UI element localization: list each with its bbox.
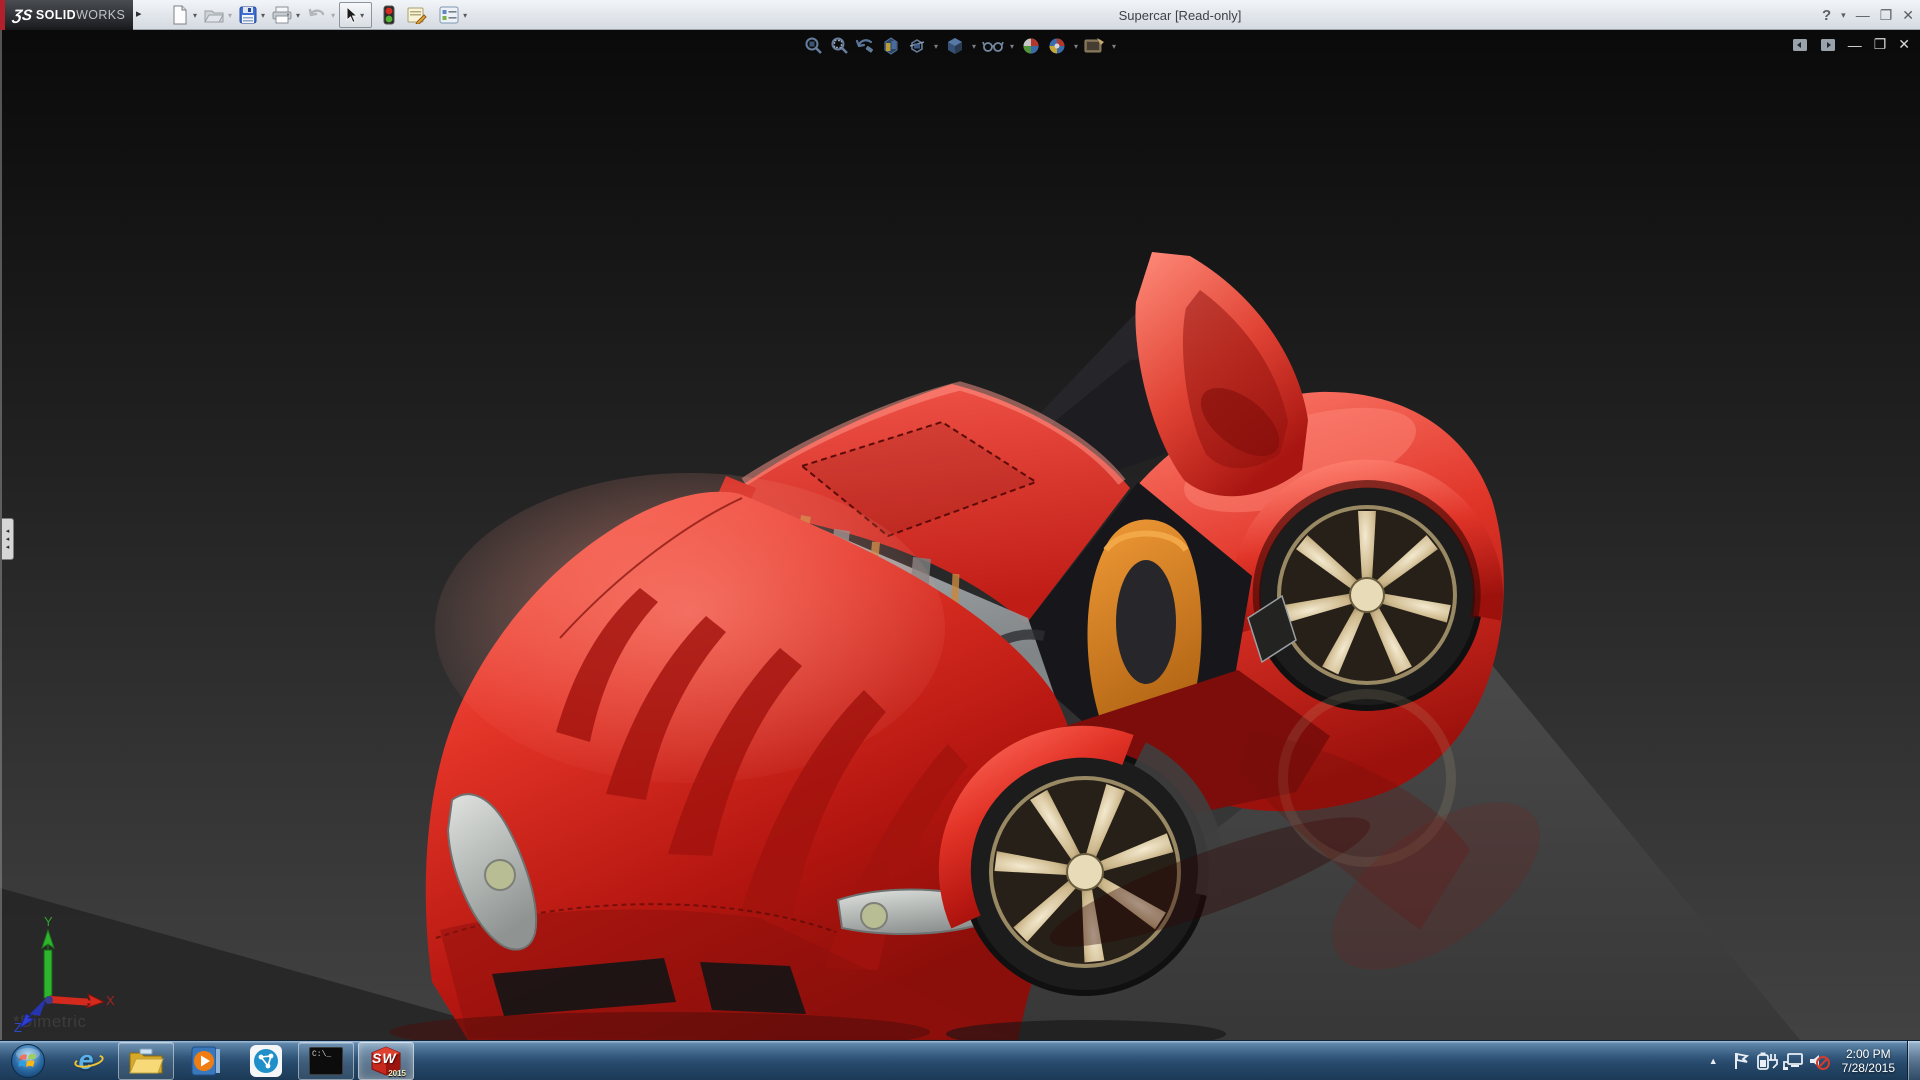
edit-appearance-icon[interactable] (1020, 36, 1042, 56)
media-player-icon (189, 1045, 223, 1077)
document-window-controls: — ❐ ✕ (1792, 36, 1910, 53)
undo-button[interactable] (304, 2, 330, 28)
reference-triad: Y X Z (6, 910, 136, 1035)
select-tool-button[interactable]: ▾ (339, 2, 372, 28)
options-button[interactable] (436, 2, 462, 28)
select-dropdown[interactable]: ▾ (359, 11, 368, 20)
app-minimize-button[interactable]: — (1856, 7, 1870, 23)
app-close-button[interactable]: ✕ (1902, 7, 1914, 24)
print-icon (272, 6, 292, 24)
network-icon[interactable] (1780, 1048, 1806, 1074)
new-document-button[interactable] (168, 2, 192, 28)
taskbar-item-solidworks-composer[interactable] (238, 1042, 294, 1080)
graphics-viewport[interactable]: ▾ ▾ ▾ ▾ ▾ — ❐ (0, 30, 1920, 1040)
section-view-icon[interactable] (880, 36, 902, 56)
heads-up-view-toolbar: ▾ ▾ ▾ ▾ ▾ (802, 36, 1118, 56)
show-desktop-button[interactable] (1907, 1041, 1920, 1080)
open-button[interactable] (201, 2, 227, 28)
select-cursor-icon (343, 6, 359, 24)
collapse-arrow: ◂ (6, 544, 10, 551)
explorer-folder-icon (128, 1046, 164, 1076)
menu-flyout-arrow[interactable]: ▸ (136, 7, 142, 20)
display-style-icon[interactable] (944, 36, 966, 56)
power-battery-icon[interactable] (1754, 1048, 1780, 1074)
windows-start-orb-icon (10, 1043, 46, 1079)
rebuild-traffic-light-icon (383, 5, 395, 25)
file-properties-icon (407, 6, 427, 24)
collapse-panel-left-icon[interactable] (1792, 38, 1808, 52)
undo-dropdown[interactable]: ▾ (330, 11, 339, 20)
zoom-to-area-icon[interactable] (828, 36, 850, 56)
volume-muted-icon[interactable] (1806, 1048, 1832, 1074)
new-document-icon (171, 5, 189, 25)
new-dropdown[interactable]: ▾ (192, 11, 201, 20)
composer-icon (249, 1044, 283, 1078)
help-button[interactable]: ? (1822, 7, 1831, 24)
document-title: Supercar [Read-only] (1048, 0, 1312, 30)
taskbar-clock[interactable]: 2:00 PM 7/28/2015 (1832, 1047, 1907, 1075)
quick-access-toolbar: ▾ ▾ ▾ ▾ ▾ ▾ (168, 0, 471, 30)
solidworks-2015-icon: SW 2015 (368, 1045, 404, 1077)
options-dropdown[interactable]: ▾ (462, 11, 471, 20)
save-floppy-icon (239, 6, 257, 24)
open-folder-icon (204, 6, 224, 24)
zoom-to-fit-icon[interactable] (802, 36, 824, 56)
start-button[interactable] (2, 1042, 54, 1080)
help-dropdown[interactable]: ▾ (1841, 10, 1846, 21)
previous-view-icon[interactable] (854, 36, 876, 56)
feature-manager-flyout-tab[interactable]: ◂ ◂ ◂ (2, 518, 14, 560)
expand-panel-right-icon[interactable] (1820, 38, 1836, 52)
apply-scene-icon[interactable] (1046, 36, 1068, 56)
taskbar-item-command-prompt[interactable]: C:\_ (298, 1042, 354, 1080)
tray-time: 2:00 PM (1842, 1047, 1895, 1061)
solidworks-screen: ƷS SOLIDWORKS ▸ ▾ ▾ ▾ ▾ ▾ (0, 0, 1920, 1080)
rebuild-button[interactable] (380, 2, 398, 28)
command-prompt-icon: C:\_ (309, 1047, 343, 1075)
doc-restore-button[interactable]: ❐ (1874, 36, 1887, 53)
file-properties-button[interactable] (404, 2, 430, 28)
tray-date: 7/28/2015 (1842, 1061, 1895, 1075)
collapse-arrow: ◂ (6, 528, 10, 535)
show-hidden-icons-button[interactable]: ▲ (1699, 1056, 1728, 1066)
logo-solid: SOLID (36, 8, 76, 22)
triad-x-label: X (106, 993, 115, 1008)
print-dropdown[interactable]: ▾ (295, 11, 304, 20)
apply-scene-dropdown[interactable]: ▾ (1072, 42, 1080, 51)
save-dropdown[interactable]: ▾ (260, 11, 269, 20)
taskbar-item-windows-explorer[interactable] (118, 1042, 174, 1080)
taskbar-item-solidworks-2015[interactable]: SW 2015 (358, 1042, 414, 1080)
solidworks-logo[interactable]: ƷS SOLIDWORKS (5, 0, 133, 30)
save-button[interactable] (236, 2, 260, 28)
solidworks-3ds-icon: ƷS (11, 7, 33, 24)
view-orientation-icon[interactable] (906, 36, 928, 56)
display-style-dropdown[interactable]: ▾ (970, 42, 978, 51)
doc-close-button[interactable]: ✕ (1898, 36, 1910, 53)
collapse-arrow: ◂ (6, 536, 10, 543)
view-orientation-dropdown[interactable]: ▾ (932, 42, 940, 51)
hide-show-items-icon[interactable] (982, 36, 1004, 56)
options-list-icon (439, 6, 459, 24)
app-window-controls: ? ▾ — ❐ ✕ (1822, 0, 1914, 30)
taskbar-item-internet-explorer[interactable]: e (58, 1042, 114, 1080)
logo-works: WORKS (76, 8, 125, 22)
view-settings-dropdown[interactable]: ▾ (1110, 42, 1118, 51)
supercar-3d-model (0, 30, 1920, 1040)
system-tray: ▲ 2:00 PM 7/28/2015 (1699, 1041, 1920, 1080)
open-dropdown[interactable]: ▾ (227, 11, 236, 20)
action-center-flag-icon[interactable] (1728, 1048, 1754, 1074)
doc-minimize-button[interactable]: — (1848, 37, 1862, 53)
taskbar-item-media-player[interactable] (178, 1042, 234, 1080)
internet-explorer-icon: e (78, 1045, 93, 1076)
triad-y-label: Y (44, 914, 53, 929)
undo-icon (307, 6, 327, 24)
app-restore-button[interactable]: ❐ (1880, 7, 1893, 24)
view-settings-icon[interactable] (1084, 36, 1106, 56)
hide-show-items-dropdown[interactable]: ▾ (1008, 42, 1016, 51)
windows-taskbar: e C:\_ SW 2015 ▲ (0, 1040, 1920, 1080)
title-bar: ƷS SOLIDWORKS ▸ ▾ ▾ ▾ ▾ ▾ (0, 0, 1920, 30)
print-button[interactable] (269, 2, 295, 28)
